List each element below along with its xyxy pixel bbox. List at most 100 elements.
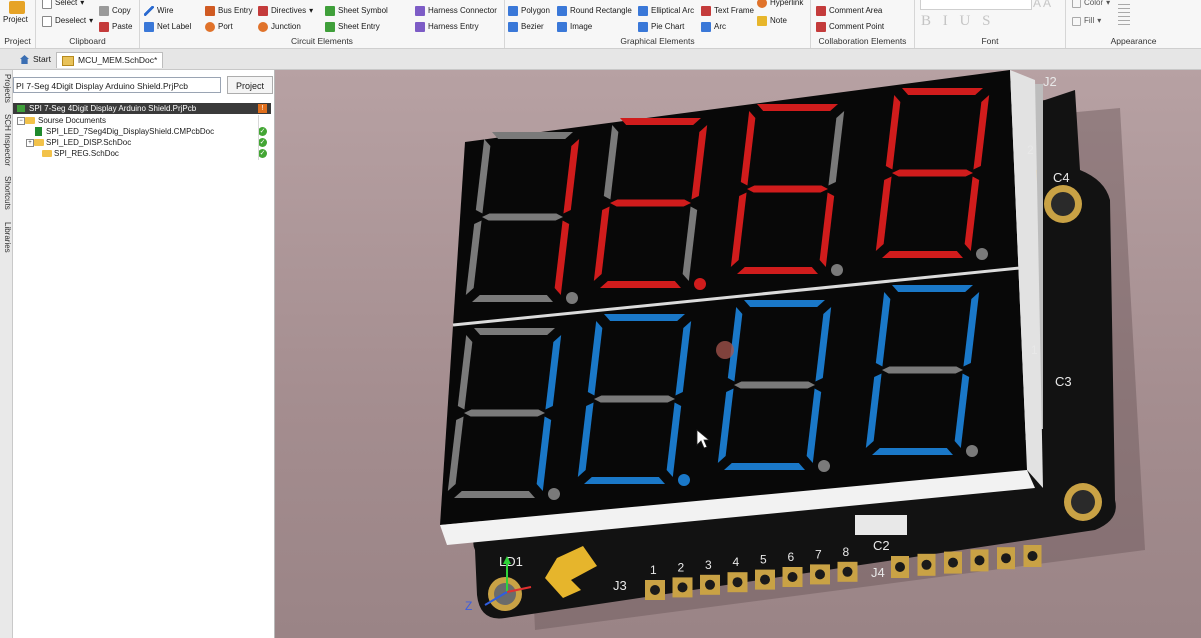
font-name-field[interactable] xyxy=(920,0,1032,10)
harness-connector-icon xyxy=(415,6,425,16)
port-button[interactable]: Port xyxy=(205,21,233,33)
sheet-entry-button[interactable]: Sheet Entry xyxy=(325,21,380,33)
round-rectangle-button[interactable]: Round Rectangle xyxy=(557,5,632,17)
hyperlink-icon xyxy=(757,0,767,8)
deselect-button[interactable]: Deselect ▾ xyxy=(42,15,93,27)
bus-entry-button[interactable]: Bus Entry xyxy=(205,5,253,17)
tree-item-spi-reg[interactable]: SPI_REG.SchDoc ✓ xyxy=(13,148,271,159)
wire-button[interactable]: Wire xyxy=(144,5,173,17)
j3-pin-label: 7 xyxy=(815,547,822,561)
project-icon xyxy=(9,1,25,14)
j4-pad-hole xyxy=(1027,551,1038,561)
comment-area-button[interactable]: Comment Area xyxy=(816,5,882,17)
label-pin-1: 1 xyxy=(1031,343,1038,357)
hyperlink-button[interactable]: Hyperlink xyxy=(757,0,803,9)
polygon-icon xyxy=(508,6,518,16)
top-digit-4-segment-a xyxy=(902,88,983,95)
comment-point-button[interactable]: Comment Point xyxy=(816,21,884,33)
tab-mcu-mem[interactable]: MCU_MEM.SchDoc* xyxy=(56,52,164,68)
paste-icon xyxy=(99,22,109,32)
ribbon-group-clipboard: Select ▾ Deselect ▾ Copy Paste Clipboard xyxy=(36,0,140,48)
bottom-digit-1-segment-g xyxy=(464,409,545,417)
schematic-doc-icon xyxy=(34,139,44,146)
pcb-3d-viewport[interactable]: 1 2 3 4 5 6 7 8 J2 C4 C3 C2 J3 J4 LD1 2 1 Z xyxy=(275,70,1201,638)
bottom-digit-4-decimal-point xyxy=(966,445,978,457)
line-style-icon[interactable] xyxy=(1118,4,1130,26)
copy-button[interactable]: Copy xyxy=(99,5,131,17)
tree-column-divider xyxy=(258,115,259,160)
harness-entry-button[interactable]: Harness Entry xyxy=(415,21,479,33)
tree-item-project[interactable]: SPI 7-Seg 4Digit Display Arduino Shield.… xyxy=(13,103,271,114)
bottom-digit-3-segment-g xyxy=(734,381,815,389)
label-c3: C3 xyxy=(1055,374,1072,389)
check-icon: ✓ xyxy=(258,138,267,147)
bezier-button[interactable]: Bezier xyxy=(508,21,544,33)
tree-item-spi-led-disp[interactable]: + SPI_LED_DISP.SchDoc ✓ xyxy=(13,137,271,148)
side-tab-libraries[interactable]: Libraries xyxy=(0,222,12,253)
bottom-digit-1-segment-d xyxy=(454,491,535,498)
sheet-symbol-icon xyxy=(325,6,335,16)
ribbon-group-project: Project Project xyxy=(0,0,36,48)
j3-pad-hole xyxy=(842,566,853,577)
polygon-button[interactable]: Polygon xyxy=(508,5,550,17)
ribbon-group-graphical: Polygon Bezier Round Rectangle Image Ell… xyxy=(505,0,811,48)
elliptical-arc-icon xyxy=(638,6,648,16)
top-digit-2-decimal-point xyxy=(694,278,706,290)
pcb-3d-render: 1 2 3 4 5 6 7 8 J2 C4 C3 C2 J3 J4 LD1 2 1 Z xyxy=(440,70,1145,630)
top-digit-4-segment-g xyxy=(892,169,973,177)
bottom-digit-4-segment-g xyxy=(882,366,963,374)
j3-pin-label: 4 xyxy=(733,555,740,569)
font-style-buttons[interactable]: B I U S xyxy=(921,13,994,30)
font-grow-icon[interactable]: A A xyxy=(1033,0,1051,10)
origin-marker-icon xyxy=(716,341,734,359)
j3-pin-label: 3 xyxy=(705,558,712,572)
top-digit-1-segment-a xyxy=(492,132,573,139)
color-dropdown[interactable]: Color ▾ xyxy=(1072,0,1110,9)
directives-button[interactable]: Directives ▾ xyxy=(258,5,313,17)
j3-pad-hole xyxy=(732,577,743,588)
pie-chart-button[interactable]: Pie Chart xyxy=(638,21,684,33)
elliptical-arc-button[interactable]: Elliptical Arc xyxy=(638,5,694,17)
project-button[interactable]: Project xyxy=(227,76,273,94)
side-tab-shortcuts[interactable]: Shortcuts xyxy=(0,176,12,210)
expand-icon[interactable]: + xyxy=(26,139,34,147)
net-label-button[interactable]: Net Label xyxy=(144,21,191,33)
arc-button[interactable]: Arc xyxy=(701,21,726,33)
ribbon-group-circuit: Wire Net Label Bus Entry Port Directives… xyxy=(140,0,505,48)
bottom-digit-1-decimal-point xyxy=(548,488,560,500)
schematic-doc-icon xyxy=(42,150,52,157)
note-button[interactable]: Note xyxy=(757,15,787,27)
project-button[interactable]: Project xyxy=(3,14,28,26)
text-frame-button[interactable]: Text Frame xyxy=(701,5,754,17)
paste-button[interactable]: Paste xyxy=(99,21,132,33)
fill-icon xyxy=(1072,16,1081,26)
comment-point-icon xyxy=(816,22,826,32)
harness-connector-button[interactable]: Harness Connector xyxy=(415,5,497,17)
select-button[interactable]: Select ▾ xyxy=(42,0,84,9)
j3-pad-hole xyxy=(760,574,770,585)
warning-icon: ! xyxy=(258,104,267,113)
collapse-icon[interactable]: − xyxy=(17,117,25,125)
ribbon-group-collaboration: Comment Area Comment Point Collaboration… xyxy=(811,0,915,48)
project-search-input[interactable]: PI 7-Seg 4Digit Display Arduino Shield.P… xyxy=(13,77,221,93)
tree-item-source-documents[interactable]: − Sourse Documents xyxy=(13,115,271,126)
tree-item-cmpcbdoc[interactable]: SPI_LED_7Seg4Dig_DisplayShield.CMPcbDoc … xyxy=(13,126,271,137)
tab-start[interactable]: Start xyxy=(15,52,56,67)
check-icon: ✓ xyxy=(258,127,267,136)
top-digit-4-segment-d xyxy=(882,251,963,258)
top-digit-3-decimal-point xyxy=(831,264,843,276)
junction-button[interactable]: Junction xyxy=(258,21,301,33)
wire-icon xyxy=(144,6,154,16)
sheet-symbol-button[interactable]: Sheet Symbol xyxy=(325,5,388,17)
side-tab-sch-inspector[interactable]: SCH Inspector xyxy=(0,114,12,166)
projects-panel: PI 7-Seg 4Digit Display Arduino Shield.P… xyxy=(13,70,275,638)
j3-pad-hole xyxy=(705,579,715,590)
top-digit-3-segment-d xyxy=(737,267,818,274)
top-digit-1-segment-g xyxy=(482,213,563,221)
image-button[interactable]: Image xyxy=(557,21,592,33)
side-tab-projects[interactable]: Projects xyxy=(0,74,12,103)
j4-pad-hole xyxy=(974,555,985,566)
fill-dropdown[interactable]: Fill ▾ xyxy=(1072,15,1101,27)
j3-pin-label: 1 xyxy=(650,563,657,577)
bottom-digit-4-segment-a xyxy=(892,285,973,292)
